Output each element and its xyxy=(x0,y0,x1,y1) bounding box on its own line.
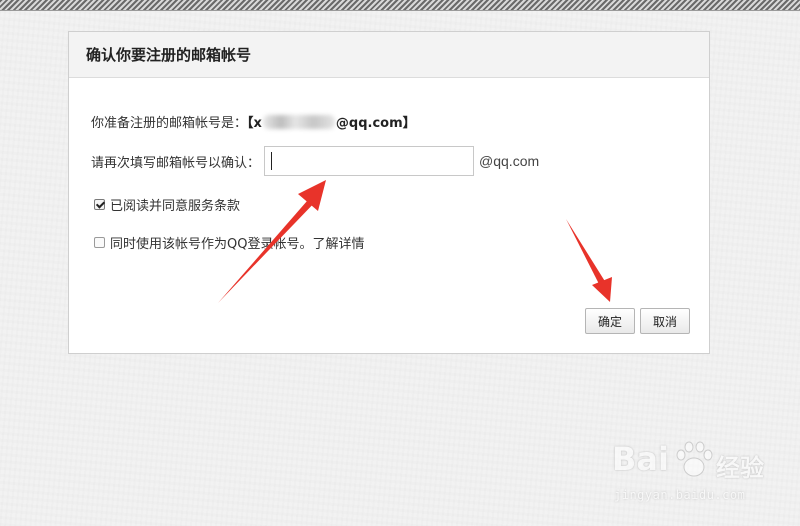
page-top-border xyxy=(0,0,800,11)
watermark-jingyan-text: 经验 xyxy=(716,454,764,482)
blurred-email-segment xyxy=(262,115,335,129)
email-prompt-label: 你准备注册的邮箱帐号是： xyxy=(91,116,248,131)
watermark-url: jingyan.baidu.com xyxy=(614,488,746,502)
confirm-email-input[interactable] xyxy=(264,146,475,176)
dialog-header: 确认你要注册的邮箱帐号 xyxy=(69,32,709,78)
qq-login-checkbox[interactable] xyxy=(94,237,105,248)
email-display-value: 【x @qq.com】 xyxy=(247,115,416,131)
ok-button[interactable]: 确定 xyxy=(585,308,635,334)
email-display-row: 你准备注册的邮箱帐号是：【x @qq.com】 xyxy=(91,112,416,131)
learn-more-link[interactable]: 了解详情 xyxy=(312,233,364,252)
dialog-title: 确认你要注册的邮箱帐号 xyxy=(86,46,252,64)
agree-terms-checkbox[interactable] xyxy=(94,199,105,210)
baidu-jingyan-watermark: Bai 经验 jingyan.baidu.com xyxy=(612,440,792,520)
paw-icon xyxy=(676,441,713,477)
confirm-email-dialog: 确认你要注册的邮箱帐号 你准备注册的邮箱帐号是：【x @qq.com】 请再次填写… xyxy=(68,31,710,354)
agree-terms-row: 已阅读并同意服务条款 xyxy=(94,195,240,214)
email-visible-prefix: x xyxy=(253,116,262,131)
cancel-button[interactable]: 取消 xyxy=(640,308,690,334)
bracket-close: 】 xyxy=(402,116,416,131)
email-domain-suffix: @qq.com xyxy=(479,153,540,169)
watermark-logo-text: Bai xyxy=(612,440,669,478)
agree-terms-label[interactable]: 已阅读并同意服务条款 xyxy=(110,195,240,214)
confirm-email-label: 请再次填写邮箱帐号以确认： xyxy=(91,155,261,171)
qq-login-label[interactable]: 同时使用该帐号作为QQ登录帐号。 xyxy=(110,233,312,252)
confirm-email-row: 请再次填写邮箱帐号以确认： @qq.com xyxy=(91,146,539,176)
email-domain-part: @qq.com xyxy=(335,116,403,131)
text-cursor xyxy=(271,152,273,170)
qq-login-row: 同时使用该帐号作为QQ登录帐号。 了解详情 xyxy=(94,233,364,252)
